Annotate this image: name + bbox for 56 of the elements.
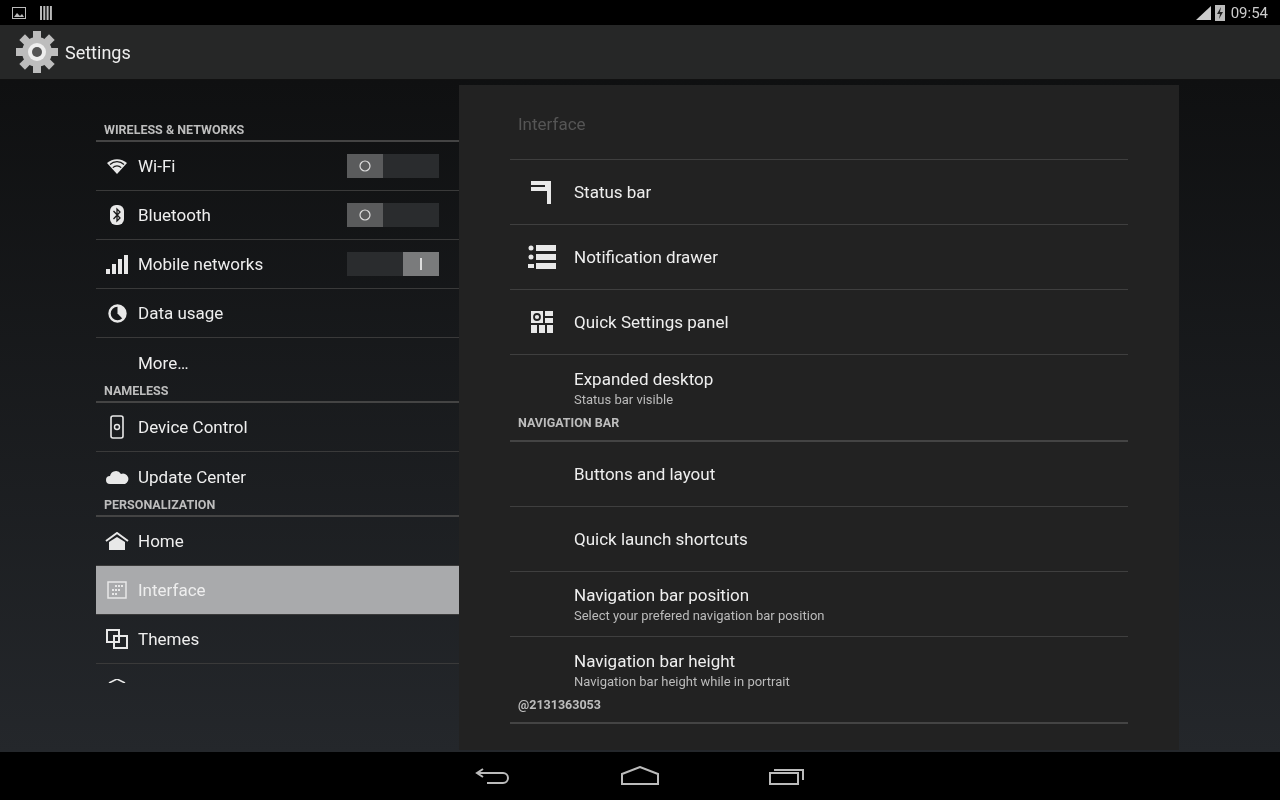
bluetooth-icon bbox=[110, 205, 124, 225]
house-icon bbox=[105, 532, 129, 550]
section-header: WIRELESS & NETWORKS bbox=[96, 120, 459, 142]
preference-title: Buttons and layout bbox=[574, 464, 716, 484]
list-icon bbox=[528, 245, 556, 269]
cut-off-icon bbox=[107, 679, 127, 683]
sidebar-item[interactable]: Data usage bbox=[96, 289, 459, 338]
clock-time: 09:54 bbox=[1230, 3, 1268, 22]
sidebar-item[interactable]: Themes bbox=[96, 615, 459, 664]
preference-item[interactable]: Status bar bbox=[510, 160, 1128, 225]
section-header: NAVIGATION BAR bbox=[510, 416, 1128, 442]
phone-icon bbox=[110, 415, 124, 439]
wifi-icon bbox=[107, 158, 127, 174]
picture-icon bbox=[12, 6, 26, 19]
sidebar-item[interactable]: Mobile networks bbox=[96, 240, 459, 289]
preference-title: Expanded desktop bbox=[574, 368, 714, 389]
off-circle-icon bbox=[359, 160, 371, 172]
toggle-switch[interactable] bbox=[347, 154, 439, 178]
preference-title: Quick launch shortcuts bbox=[574, 529, 748, 549]
section-header: NAMELESS bbox=[96, 381, 459, 403]
settings-icon[interactable] bbox=[15, 30, 59, 74]
on-line-icon bbox=[420, 258, 422, 270]
preference-item[interactable]: Quick launch shortcuts bbox=[510, 507, 1128, 572]
section-header: @2131363053 bbox=[510, 698, 1128, 724]
preference-summary: Status bar visible bbox=[574, 391, 675, 407]
toggle-switch[interactable] bbox=[347, 203, 439, 227]
section-header: PERSONALIZATION bbox=[96, 495, 459, 517]
home-button[interactable] bbox=[621, 766, 659, 786]
preference-item[interactable]: Notification drawer bbox=[510, 225, 1128, 290]
sidebar-item[interactable]: Device Control bbox=[96, 403, 459, 452]
sidebar-item[interactable]: Bluetooth bbox=[96, 191, 459, 240]
preference-title: Status bar bbox=[574, 182, 652, 202]
grid-panel-icon bbox=[107, 581, 127, 599]
sidebar-item[interactable]: Wi-Fi bbox=[96, 142, 459, 191]
preference-summary: Select your prefered navigation bar position bbox=[574, 608, 825, 623]
toggle-switch[interactable] bbox=[347, 252, 439, 276]
battery-charging-icon bbox=[1214, 4, 1225, 21]
preference-title: Navigation bar height bbox=[574, 650, 737, 671]
cloud-icon bbox=[105, 469, 129, 484]
overlapping-squares-icon bbox=[106, 629, 128, 649]
preference-title: Navigation bar position bbox=[574, 585, 751, 605]
preference-item[interactable]: Navigation bar position Select your prefered navigation bar position bbox=[510, 572, 1128, 637]
recent-apps-button[interactable] bbox=[769, 766, 805, 786]
preference-title: Notification drawer bbox=[574, 247, 718, 267]
off-circle-icon bbox=[359, 209, 371, 221]
signal-bars-icon bbox=[106, 254, 128, 274]
preference-item[interactable]: Quick Settings panel bbox=[510, 290, 1128, 355]
preference-item[interactable]: Buttons and layout bbox=[510, 442, 1128, 507]
preference-summary: Navigation bar height while in portrait bbox=[574, 673, 790, 689]
barcode-icon bbox=[40, 5, 52, 20]
preference-title: Quick Settings panel bbox=[574, 312, 729, 332]
signal-icon bbox=[1195, 5, 1211, 20]
app-title: Settings bbox=[65, 41, 131, 63]
pie-chart-icon bbox=[107, 303, 127, 323]
tiles-gear-icon bbox=[531, 311, 553, 333]
back-button[interactable] bbox=[475, 766, 511, 786]
